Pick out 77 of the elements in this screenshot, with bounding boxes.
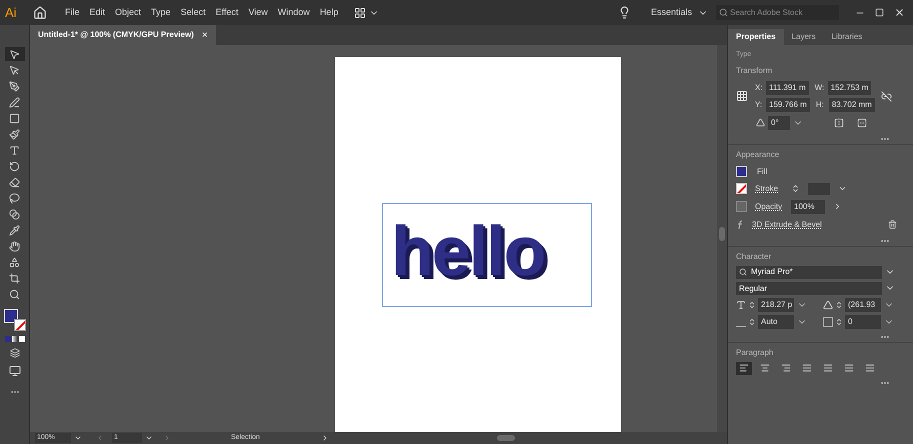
align-left-icon[interactable]: [736, 362, 752, 374]
close-icon[interactable]: [894, 7, 905, 18]
menu-item[interactable]: File: [65, 6, 80, 20]
selection-bounding-box[interactable]: hello: [382, 203, 592, 307]
rotation-field[interactable]: 0°: [768, 116, 790, 130]
stroke-link[interactable]: Stroke: [755, 182, 783, 194]
stroke-weight-field[interactable]: [808, 182, 830, 194]
expand-icon[interactable]: [833, 202, 842, 211]
document-tab[interactable]: Untitled-1* @ 100% (CMYK/GPU Preview) ×: [30, 25, 216, 45]
stepper-icon[interactable]: [748, 300, 756, 308]
search-icon: [739, 268, 747, 276]
section-title: Appearance: [736, 148, 780, 160]
screen-mode-icon[interactable]: [8, 365, 20, 377]
fill-stroke-swatches[interactable]: [4, 309, 26, 331]
menu-item[interactable]: Help: [320, 6, 338, 20]
search-field[interactable]: Search Adobe Stock: [716, 5, 839, 20]
menu-item[interactable]: View: [248, 6, 268, 20]
stepper-icon[interactable]: [791, 184, 800, 193]
fill-swatch[interactable]: [736, 166, 747, 177]
field-label: X:: [755, 82, 763, 94]
reference-point-icon[interactable]: [736, 90, 748, 102]
play-icon[interactable]: [321, 434, 329, 442]
home-icon[interactable]: [33, 6, 47, 20]
stroke-swatch[interactable]: [736, 183, 747, 194]
dropdown-icon[interactable]: [838, 184, 847, 193]
effect-link[interactable]: 3D Extrude & Bevel: [752, 218, 822, 230]
section-title: Character: [736, 250, 772, 262]
dropdown-icon[interactable]: [74, 434, 82, 442]
menu-item[interactable]: Object: [115, 6, 142, 20]
lightbulb-icon[interactable]: [618, 6, 631, 19]
workspace-switcher[interactable]: Essentials: [650, 6, 692, 20]
field-label: H:: [816, 98, 825, 110]
vertical-scrollbar[interactable]: [717, 45, 727, 432]
height-field[interactable]: 83.702 mm: [828, 98, 875, 112]
app-logo: Ai: [5, 4, 18, 22]
delete-icon[interactable]: [888, 220, 897, 229]
menu-item[interactable]: Type: [151, 6, 171, 20]
stepper-icon[interactable]: [835, 300, 843, 308]
stepper-icon[interactable]: [748, 318, 756, 326]
menu-item[interactable]: Window: [278, 6, 310, 20]
flip-horizontal-icon[interactable]: [834, 118, 844, 128]
layout-icon[interactable]: [354, 6, 366, 18]
menu-item[interactable]: Effect: [216, 6, 238, 20]
selection-tool-icon[interactable]: [4, 47, 24, 61]
canvas-text: hello: [391, 211, 544, 292]
width-field[interactable]: 152.753 m: [828, 80, 872, 94]
panel-tab[interactable]: Layers: [784, 29, 824, 45]
y-field[interactable]: 159.766 m: [766, 98, 810, 112]
x-field[interactable]: 111.391 m: [766, 80, 809, 94]
font-family-field[interactable]: Myriad Pro*: [736, 266, 882, 278]
leading-field[interactable]: (261.93: [845, 298, 881, 312]
draw-mode-icon[interactable]: [10, 348, 20, 358]
section-title: Paragraph: [736, 346, 774, 358]
section-title: Transform: [736, 64, 772, 76]
constrain-link-icon[interactable]: [880, 90, 892, 102]
font-size-field[interactable]: 218.27 p: [758, 298, 794, 312]
tracking-field[interactable]: 0: [845, 314, 881, 328]
fill-label: Fill: [757, 166, 768, 178]
menu-item[interactable]: Edit: [90, 6, 106, 20]
flip-vertical-icon[interactable]: [857, 118, 867, 128]
color-mode-icon[interactable]: [4, 336, 24, 342]
kerning-field[interactable]: Auto: [758, 314, 794, 328]
stepper-icon[interactable]: [835, 318, 843, 326]
search-icon: [719, 8, 728, 17]
opacity-link[interactable]: Opacity: [755, 200, 783, 212]
field-label: W:: [814, 82, 825, 94]
panel-tab[interactable]: Libraries: [824, 29, 870, 45]
document-title: Untitled-1* @ 100% (CMYK/GPU Preview): [38, 29, 194, 41]
menu-item[interactable]: Select: [180, 6, 206, 20]
font-size-icon: [736, 300, 746, 310]
field-label: Y:: [755, 98, 763, 110]
opacity-field[interactable]: 100%: [791, 200, 825, 214]
panel-tab[interactable]: Properties: [728, 29, 784, 45]
maximize-icon[interactable]: [875, 8, 884, 17]
close-tab-button[interactable]: ×: [202, 28, 208, 42]
font-style-field[interactable]: Regular: [736, 282, 882, 294]
dropdown-icon[interactable]: [145, 434, 153, 442]
